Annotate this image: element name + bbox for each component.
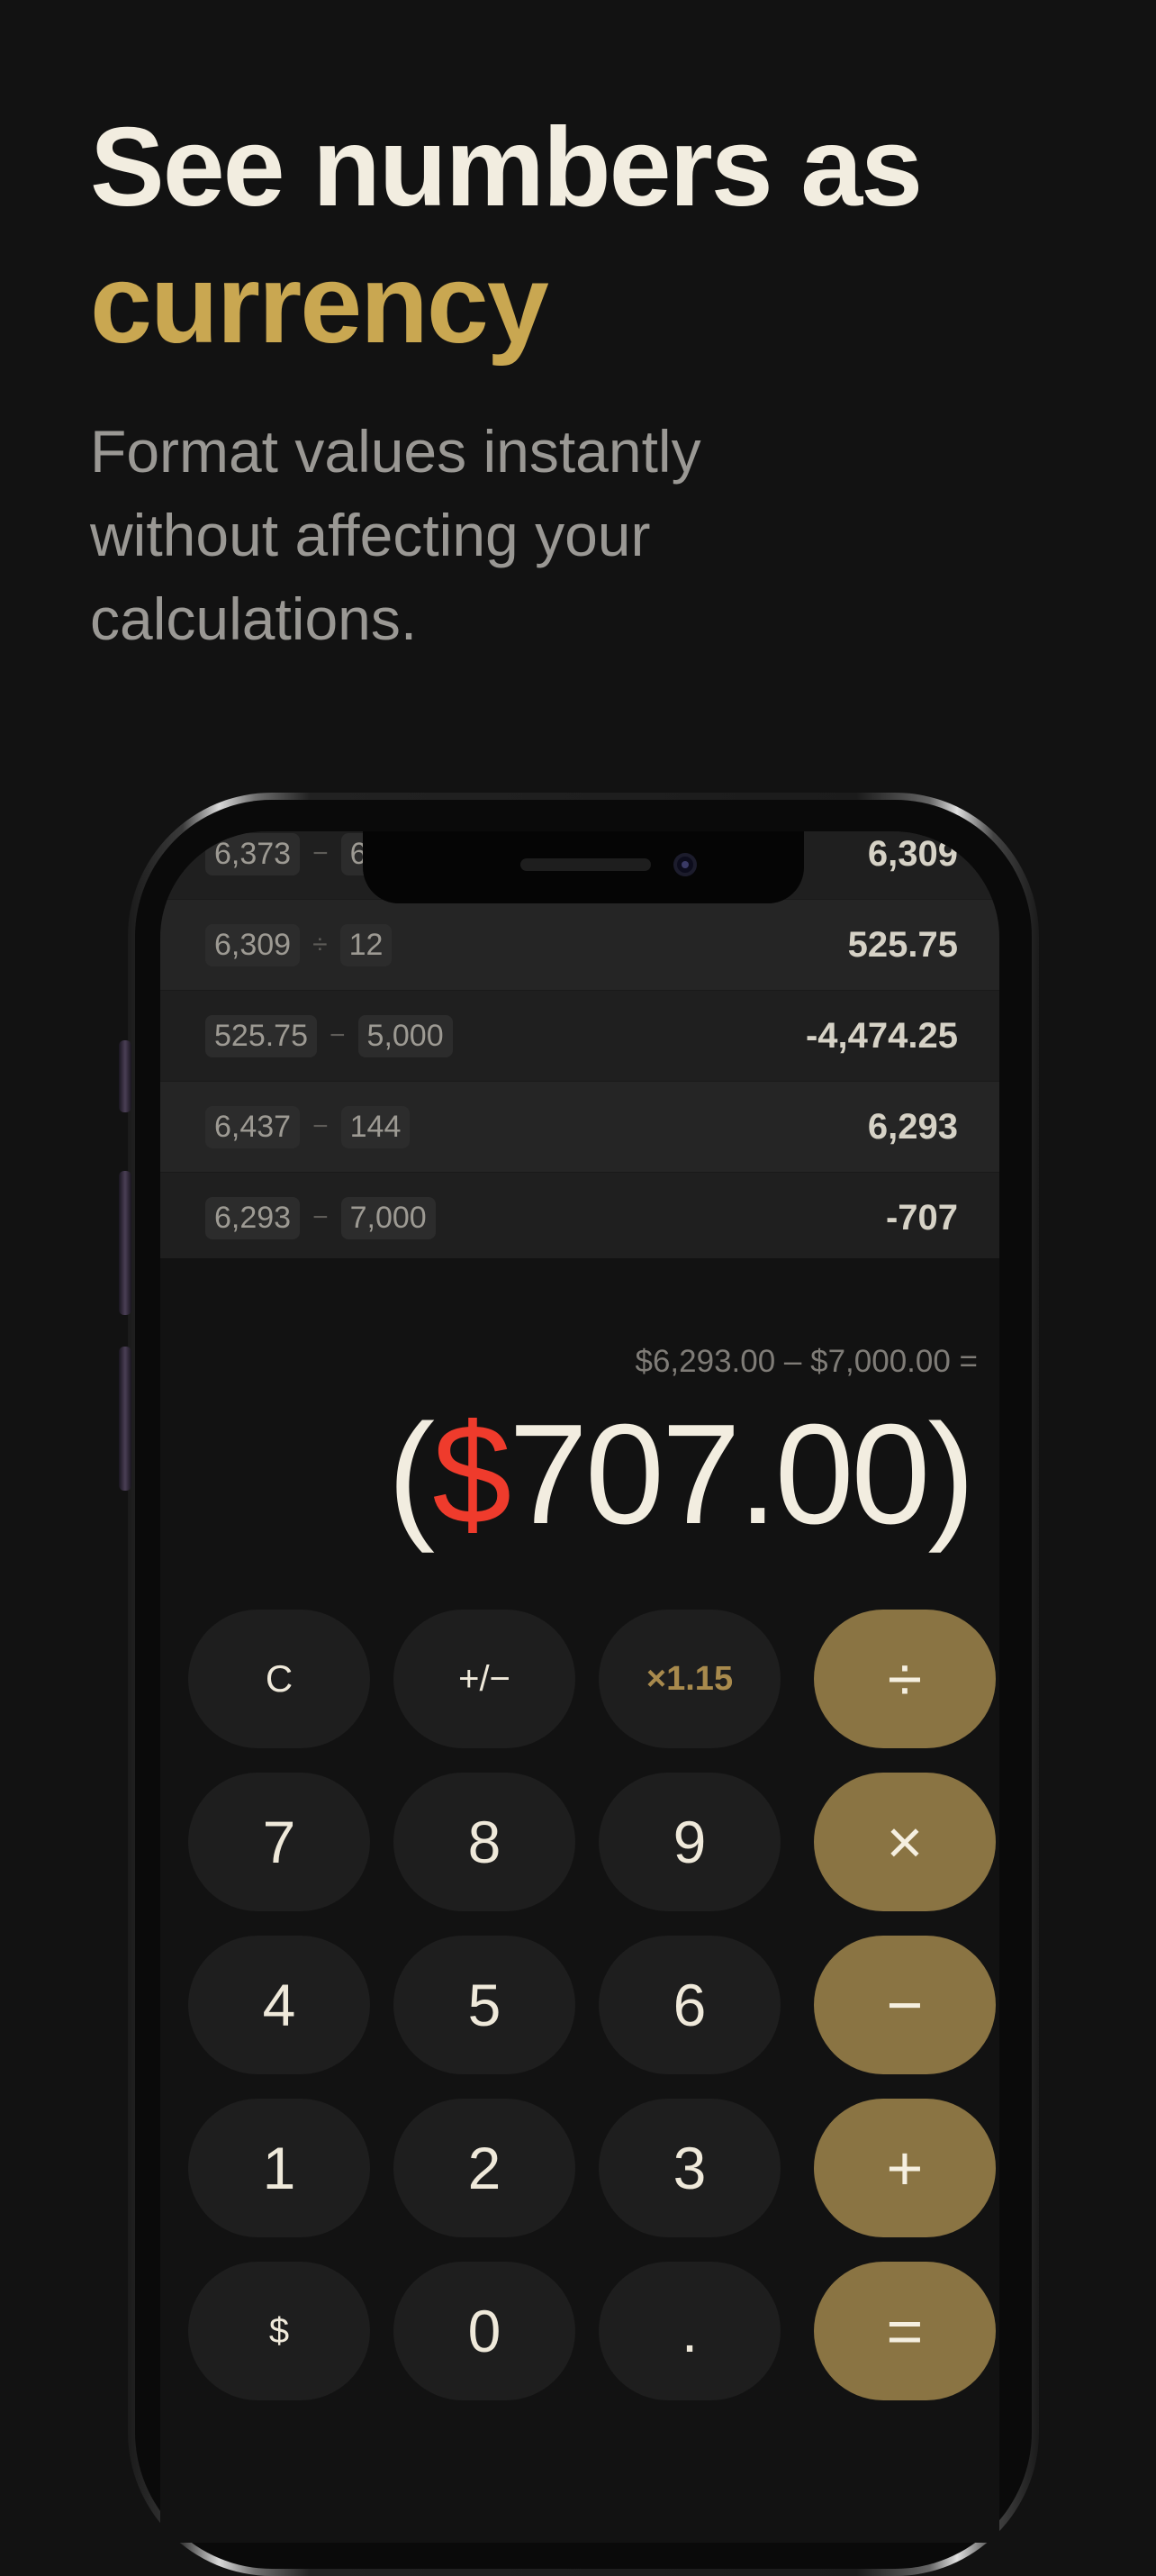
currency-format-button[interactable]: $ — [188, 2262, 370, 2400]
digit-7-button[interactable]: 7 — [188, 1773, 370, 1911]
digit-0-button[interactable]: 0 — [393, 2262, 575, 2400]
operand: 6,373 — [205, 832, 301, 875]
speaker-grille — [520, 858, 651, 871]
volume-down-button — [119, 1347, 131, 1491]
headline-line1: See numbers as — [90, 105, 923, 230]
history-result: 6,293 — [867, 1106, 958, 1147]
digit-5-button[interactable]: 5 — [393, 1936, 575, 2074]
history-result: -4,474.25 — [805, 1015, 958, 1056]
history-result: 6,309 — [867, 833, 958, 874]
equals-button[interactable]: = — [814, 2262, 996, 2400]
digit-2-button[interactable]: 2 — [393, 2099, 575, 2237]
plus-button[interactable]: + — [814, 2099, 996, 2237]
history-row[interactable]: 6,437 − 144 6,293 — [160, 1082, 999, 1173]
divide-button[interactable]: ÷ — [814, 1610, 996, 1748]
history-expression: 6,293 − 7,000 — [205, 1196, 436, 1239]
clear-button[interactable]: C — [188, 1610, 370, 1748]
operand: 525.75 — [205, 1014, 317, 1057]
phone-screen: 6,373 − 6 6,309 6,309 ÷ 12 525.75 525.75… — [160, 831, 999, 2543]
digit-8-button[interactable]: 8 — [393, 1773, 575, 1911]
headline: See numbers as currency — [90, 99, 923, 373]
operand: 6,293 — [205, 1196, 301, 1239]
headline-accent-word: currency — [90, 242, 549, 367]
operand: 12 — [339, 923, 393, 966]
volume-up-button — [119, 1171, 131, 1315]
digit-3-button[interactable]: 3 — [599, 2099, 781, 2237]
history-row[interactable]: 525.75 − 5,000 -4,474.25 — [160, 991, 999, 1082]
operator-symbol: ÷ — [312, 930, 328, 959]
digit-1-button[interactable]: 1 — [188, 2099, 370, 2237]
decimal-button[interactable]: . — [599, 2262, 781, 2400]
operand: 6,309 — [205, 923, 301, 966]
result-amount: 707.00 — [509, 1395, 930, 1554]
action-button — [119, 1040, 131, 1112]
result-display: ($707.00) — [387, 1393, 975, 1556]
history-expression: 6,309 ÷ 12 — [205, 923, 393, 966]
minus-button[interactable]: − — [814, 1936, 996, 2074]
currency-symbol: $ — [432, 1395, 511, 1554]
history-expression: 525.75 − 5,000 — [205, 1014, 453, 1057]
digit-6-button[interactable]: 6 — [599, 1936, 781, 2074]
operator-symbol: − — [312, 1202, 329, 1232]
tax-multiplier-button[interactable]: ×1.15 — [599, 1610, 781, 1748]
keypad: C +/− ×1.15 ÷ 7 8 9 × 4 5 6 − 1 2 3 + $ … — [160, 1610, 999, 2543]
history-result: -707 — [885, 1197, 958, 1238]
history-row[interactable]: 6,309 ÷ 12 525.75 — [160, 900, 999, 991]
digit-9-button[interactable]: 9 — [599, 1773, 781, 1911]
operator-symbol: − — [312, 1111, 329, 1141]
dynamic-notch — [363, 831, 804, 903]
close-paren: ) — [927, 1395, 975, 1554]
operand: 5,000 — [357, 1014, 453, 1057]
sign-toggle-button[interactable]: +/− — [393, 1610, 575, 1748]
history-expression: 6,373 − 6 — [205, 832, 376, 875]
calculator-display: $6,293.00 – $7,000.00 = ($707.00) — [160, 1258, 999, 1610]
expression-line: $6,293.00 – $7,000.00 = — [635, 1344, 979, 1379]
operand: 144 — [340, 1105, 411, 1148]
operator-symbol: − — [330, 1020, 346, 1050]
digit-4-button[interactable]: 4 — [188, 1936, 370, 2074]
operator-symbol: − — [312, 839, 329, 868]
history-expression: 6,437 − 144 — [205, 1105, 411, 1148]
open-paren: ( — [387, 1395, 436, 1554]
operand: 6,437 — [205, 1105, 301, 1148]
front-camera-icon — [673, 853, 697, 876]
history-row[interactable]: 6,293 − 7,000 -707 — [160, 1173, 999, 1264]
multiply-button[interactable]: × — [814, 1773, 996, 1911]
headline-subtitle: Format values instantly without affectin… — [90, 418, 701, 652]
operand: 7,000 — [340, 1196, 436, 1239]
history-result: 525.75 — [847, 924, 958, 965]
